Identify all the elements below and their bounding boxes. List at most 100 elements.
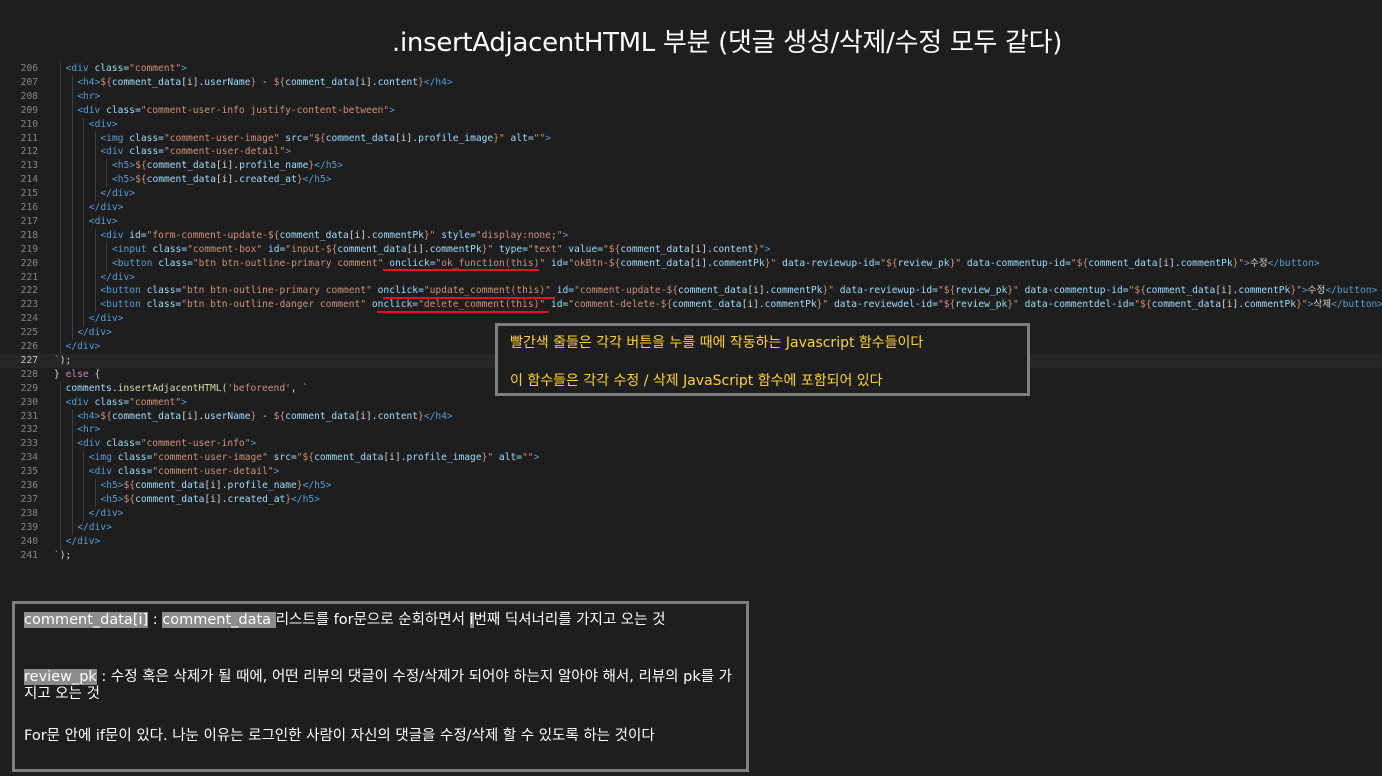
- code-text: <h5>${comment_data[i].created_at}</h5>: [100, 493, 320, 505]
- line-number: 239: [20, 521, 38, 533]
- code-line[interactable]: 232 <hr>: [0, 423, 1382, 438]
- line-number: 219: [20, 243, 38, 255]
- code-line[interactable]: 235 <div class="comment-user-detail">: [0, 465, 1382, 480]
- line-number: 224: [20, 313, 38, 325]
- code-line[interactable]: 222 <button class="btn btn-outline-primar…: [0, 284, 1382, 299]
- code-line[interactable]: 237 <h5>${comment_data[i].created_at}</h5…: [0, 492, 1382, 507]
- indent-guide: [60, 270, 61, 285]
- code-text: <img class="comment-user-image" src="${c…: [88, 452, 540, 464]
- indent-guide: [71, 520, 73, 535]
- code-line[interactable]: 208 <hr>: [0, 89, 1382, 104]
- code-line[interactable]: 239 </div>: [0, 520, 1382, 535]
- code-line[interactable]: 212 <div class="comment-user-detail">: [0, 145, 1382, 160]
- indent-guide: [106, 242, 108, 257]
- code-line[interactable]: 214 <h5>${comment_data[i].created_at}</h5…: [0, 173, 1382, 188]
- code-line[interactable]: 210 <div>: [0, 117, 1382, 132]
- code-line[interactable]: 234 <img class="comment-user-image" src="…: [0, 451, 1382, 466]
- code-line[interactable]: 218 <div id="form-comment-update-${commen…: [0, 228, 1382, 243]
- indent-guide: [71, 312, 73, 327]
- indent-guide: [60, 395, 61, 410]
- line-number: 230: [20, 396, 38, 408]
- line-number: 214: [20, 174, 38, 186]
- indent-guide: [94, 256, 96, 271]
- code-line[interactable]: 241 `);: [0, 549, 1382, 563]
- code-line[interactable]: 207 <h4>${comment_data[i].userName} - ${c…: [0, 75, 1382, 90]
- indent-guide: [94, 492, 96, 507]
- underline-ok-function: [383, 269, 539, 271]
- code-text: <h4>${comment_data[i].userName} - ${comm…: [77, 410, 453, 422]
- code-line[interactable]: 221 </div>: [0, 270, 1382, 285]
- code-line[interactable]: 240 </div>: [0, 534, 1382, 549]
- code-line[interactable]: 233 <div class="comment-user-info">: [0, 437, 1382, 452]
- indent-guide: [94, 187, 96, 202]
- line-number: 227: [20, 354, 38, 366]
- indent-guide: [60, 284, 61, 299]
- indent-guide: [94, 270, 96, 285]
- code-line[interactable]: 238 </div>: [0, 506, 1382, 521]
- line-number: 206: [20, 63, 38, 74]
- code-text: </div>: [88, 507, 124, 519]
- code-text: <div>: [88, 215, 118, 227]
- code-line[interactable]: 219 <input class="comment-box" id="input-…: [0, 242, 1382, 257]
- indent-guide: [60, 520, 61, 535]
- indent-guide: [106, 256, 108, 271]
- indent-guide: [83, 201, 85, 215]
- indent-guide: [60, 298, 61, 313]
- indent-guide: [83, 492, 85, 507]
- code-text: <div class="comment">: [65, 396, 187, 408]
- code-line[interactable]: 231 <h4>${comment_data[i].userName} - ${c…: [0, 409, 1382, 424]
- indent-guide: [94, 145, 96, 160]
- code-line[interactable]: 209 <div class="comment-user-info justify…: [0, 103, 1382, 118]
- line-number: 237: [20, 493, 38, 505]
- indent-guide: [83, 187, 85, 202]
- code-line[interactable]: 216 </div>: [0, 201, 1382, 215]
- slide-title: .insertAdjacentHTML 부분 (댓글 생성/삭제/수정 모두 같…: [392, 28, 1063, 58]
- code-line[interactable]: 236 <h5>${comment_data[i].profile_name}</…: [0, 479, 1382, 493]
- code-text: <button class="btn btn-outline-primary c…: [112, 257, 1320, 269]
- code-text: `);: [54, 549, 72, 561]
- code-line[interactable]: 215 </div>: [0, 187, 1382, 202]
- code-text: `);: [54, 354, 72, 366]
- indent-guide: [83, 312, 85, 327]
- indent-guide: [60, 103, 61, 118]
- line-number: 235: [20, 466, 38, 478]
- code-text: <button class="btn btn-outline-primary c…: [100, 285, 1378, 297]
- indent-guide: [60, 131, 61, 146]
- code-text: <hr>: [77, 424, 101, 436]
- indent-guide: [60, 340, 61, 354]
- indent-guide: [60, 256, 61, 271]
- indent-guide: [71, 284, 73, 299]
- line-number: 238: [20, 507, 38, 519]
- code-text: </div>: [77, 327, 112, 339]
- line-number: 223: [20, 299, 38, 311]
- code-line[interactable]: 206 <div class="comment">: [0, 62, 1382, 76]
- indent-guide: [71, 451, 73, 466]
- indent-guide: [60, 492, 61, 507]
- code-line[interactable]: 230 <div class="comment">: [0, 395, 1382, 410]
- line-number: 240: [20, 535, 38, 547]
- line-number: 221: [20, 271, 38, 283]
- indent-guide: [60, 451, 61, 466]
- indent-guide: [94, 131, 96, 146]
- code-text: </div>: [65, 535, 101, 547]
- line-number: 234: [20, 452, 38, 464]
- code-line[interactable]: 217 <div>: [0, 214, 1382, 229]
- explanation-review-pk: review_pk : 수정 혹은 삭제가 될 때에, 어떤 리뷰의 댓글이 수…: [24, 669, 733, 702]
- annotation-line-2: 이 함수들은 각각 수정 / 삭제 JavaScript 함수에 포함되어 있다: [510, 373, 883, 389]
- indent-guide: [83, 145, 85, 160]
- code-line[interactable]: 213 <h5>${comment_data[i].profile_name}</…: [0, 159, 1382, 174]
- indent-guide: [83, 117, 85, 132]
- indent-guide: [71, 465, 73, 480]
- code-text: <div class="comment-user-detail">: [100, 146, 292, 158]
- code-line[interactable]: 220 <button class="btn btn-outline-primar…: [0, 256, 1382, 271]
- code-line[interactable]: 211 <img class="comment-user-image" src="…: [0, 131, 1382, 146]
- indent-guide: [60, 187, 61, 202]
- indent-guide: [60, 479, 61, 493]
- indent-guide: [83, 284, 85, 299]
- explanation-for-if: For문 안에 if문이 있다. 나눈 이유는 로그인한 사람이 자신의 댓글을…: [24, 728, 655, 744]
- line-number: 209: [20, 104, 38, 116]
- indent-guide: [94, 242, 96, 257]
- code-line[interactable]: 223 <button class="btn btn-outline-danger…: [0, 298, 1382, 313]
- indent-guide: [60, 75, 61, 90]
- line-number: 208: [20, 90, 38, 102]
